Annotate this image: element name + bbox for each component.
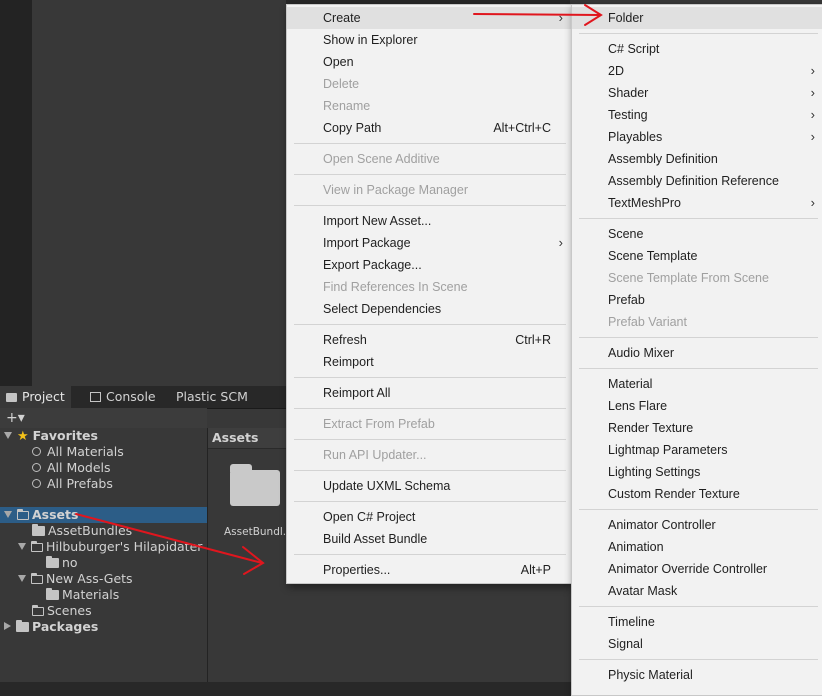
- arrow-to-folder-line: [473, 13, 601, 16]
- arrow-to-menu-line: [75, 513, 263, 564]
- annotation-arrows: [75, 4, 603, 575]
